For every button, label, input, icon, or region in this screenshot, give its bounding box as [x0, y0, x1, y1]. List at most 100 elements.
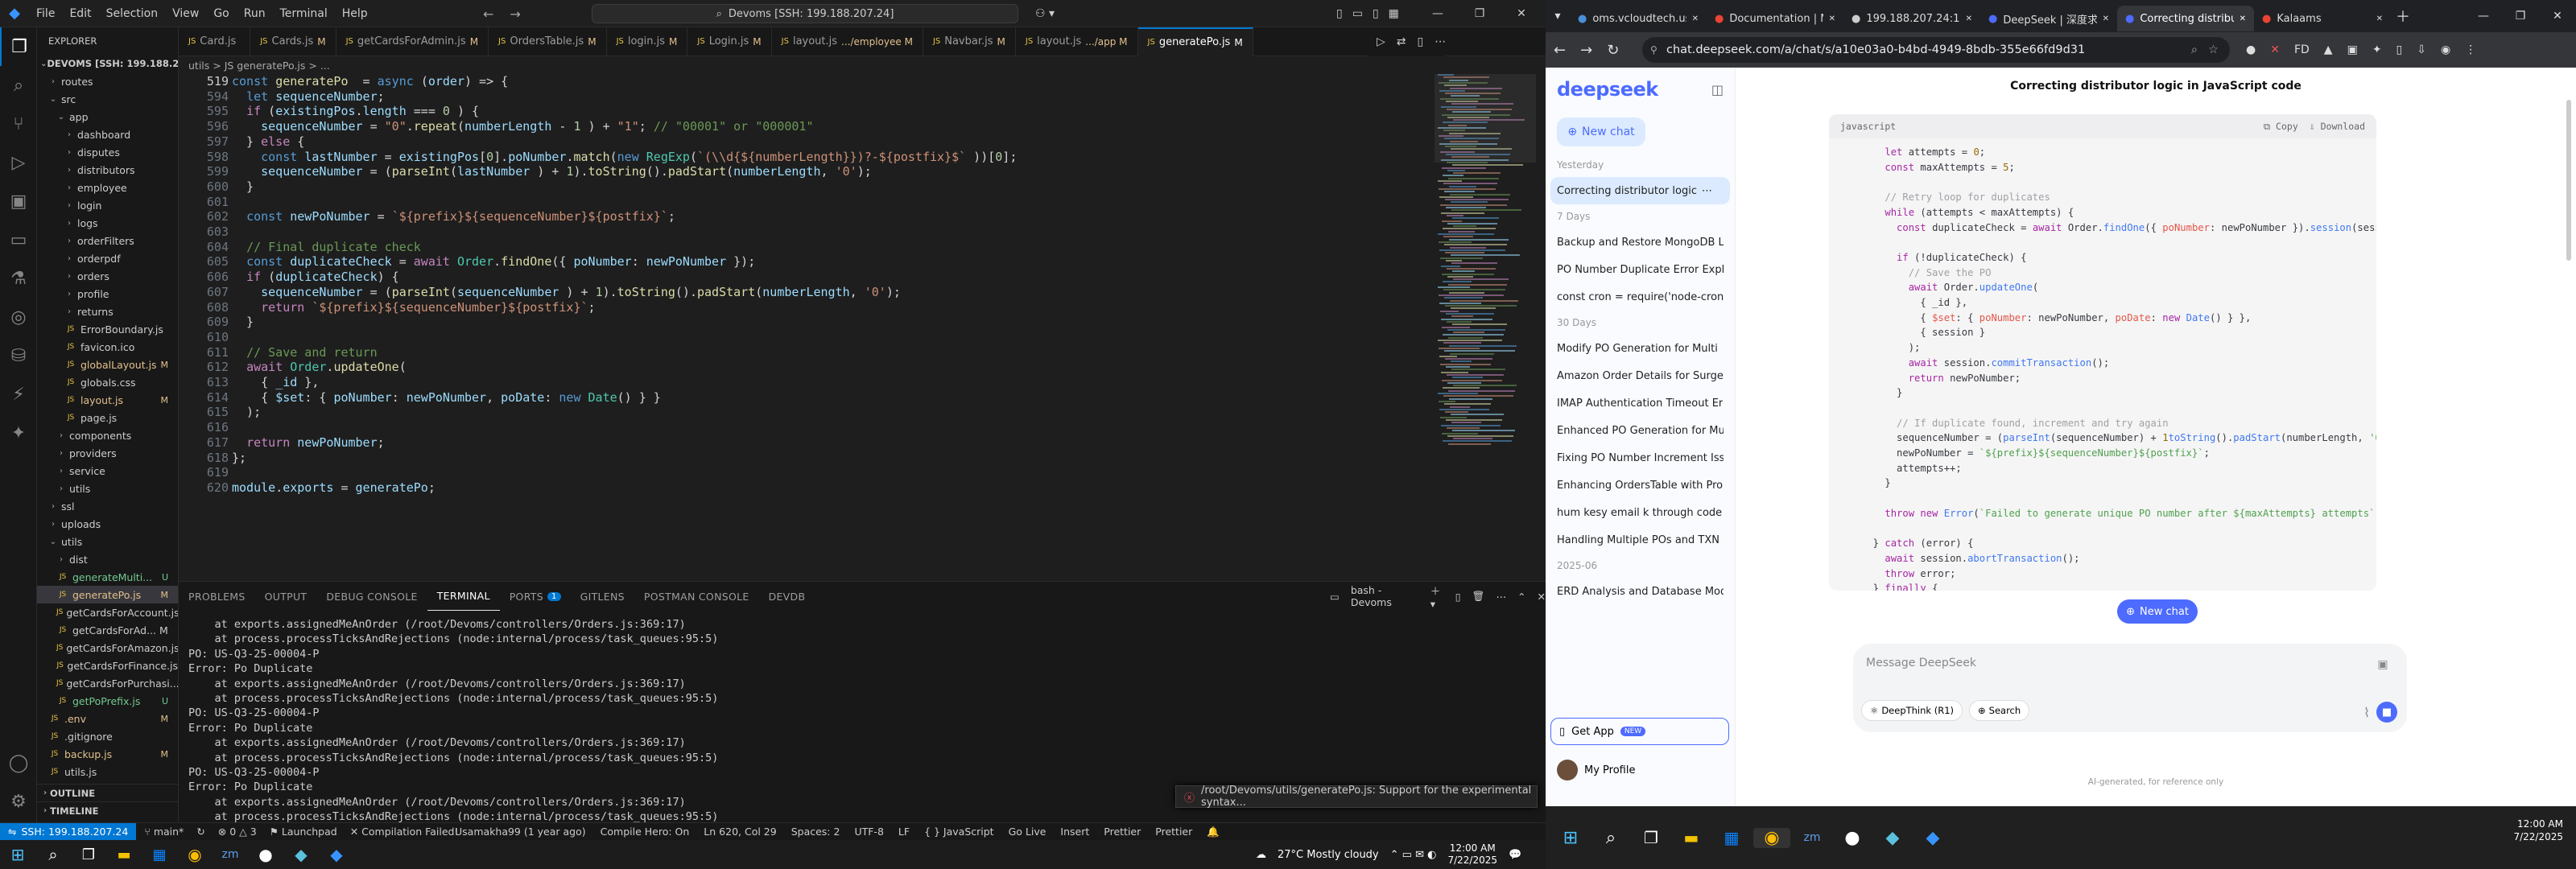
new-chat-floating-button[interactable]: ⊕ New chat — [2117, 599, 2198, 624]
extensions-icon[interactable]: ▣ — [0, 182, 37, 220]
eol[interactable]: LF — [898, 826, 910, 838]
problems-status[interactable]: ⊗ 0 △ 3 — [218, 826, 257, 838]
history-item[interactable]: const cron = require('node-cron — [1546, 283, 1735, 311]
ext-5-icon[interactable]: ▣ — [2347, 43, 2358, 56]
sync-status[interactable]: ↻ — [196, 826, 204, 838]
file-item[interactable]: JS getCardsForFinance.js — [37, 657, 178, 674]
zoom-icon[interactable]: zm — [213, 848, 248, 861]
new-tab-icon[interactable]: ＋ — [2391, 6, 2415, 27]
language-mode[interactable]: { } JavaScript — [924, 826, 994, 838]
bell-icon[interactable]: 🔔 — [1207, 826, 1220, 838]
folder-item[interactable]: › ssl — [37, 497, 178, 515]
layout-panel-icon[interactable]: ▭ — [1352, 7, 1363, 20]
editor-tab[interactable]: JS Login.js M — [687, 27, 772, 56]
panel-tab-devdb[interactable]: DEVDB — [759, 582, 815, 611]
app2-icon[interactable]: ◆ — [283, 845, 319, 864]
file-explorer-icon[interactable]: ▬ — [106, 846, 142, 863]
file-item[interactable]: JS globalLayout.js M — [37, 356, 178, 373]
menu-terminal[interactable]: Terminal — [273, 7, 335, 20]
go-live[interactable]: Go Live — [1009, 826, 1046, 838]
database-icon[interactable]: ⛁ — [0, 336, 37, 375]
workspace-root[interactable]: ⌄DEVOMS [SSH: 199.188.20...] — [37, 55, 178, 72]
history-item[interactable]: Enhancing OrdersTable with Pro — [1546, 472, 1735, 499]
menu-help[interactable]: Help — [335, 7, 375, 20]
forward-arrow-icon[interactable]: → — [510, 6, 520, 22]
ext-3-icon[interactable]: FD — [2294, 43, 2310, 56]
folder-item[interactable]: › disputes — [37, 143, 178, 161]
settings-gear-icon[interactable]: ⚙ — [0, 782, 37, 821]
search-toggle[interactable]: ⊕ Search — [1969, 700, 2030, 721]
menu-file[interactable]: File — [29, 7, 62, 20]
compare-icon[interactable]: ⇄ — [1397, 35, 1406, 48]
editor-tab[interactable]: JS OrdersTable.js M — [489, 27, 607, 56]
file-explorer-icon[interactable]: ▬ — [1673, 828, 1710, 847]
zoom-icon[interactable]: ⌕ — [2191, 43, 2198, 56]
file-item[interactable]: JS utils.js — [37, 763, 178, 780]
layout-customize-icon[interactable]: ▦ — [1389, 7, 1399, 20]
chrome-icon[interactable]: ◉ — [1753, 827, 1790, 848]
breadcrumb[interactable]: utils > JS generatePo.js > ... — [179, 56, 1546, 74]
tab-close-icon[interactable]: ✕ — [2376, 14, 2383, 23]
branch-status[interactable]: ⑂ main* — [144, 826, 184, 838]
indentation[interactable]: Spaces: 2 — [791, 826, 840, 838]
search-icon[interactable]: ⌕ — [1592, 828, 1629, 848]
close-icon[interactable]: ✕ — [1501, 7, 1542, 20]
task-view-icon[interactable]: ❐ — [71, 846, 106, 863]
tab-close-icon[interactable]: ✕ — [2103, 14, 2109, 23]
split-editor-icon[interactable]: ▯ — [1418, 35, 1424, 48]
layout-secondary-icon[interactable]: ▯ — [1373, 7, 1379, 20]
file-item[interactable]: JS generatePo.js M — [37, 586, 178, 603]
menu-go[interactable]: Go — [206, 7, 236, 20]
minimize-icon[interactable]: — — [2465, 10, 2502, 23]
paperclip-icon[interactable]: ⌇ — [2359, 702, 2375, 723]
message-input[interactable]: Message DeepSeek — [1866, 657, 1976, 669]
clock[interactable]: 12:00 AM 7/22/2025 — [2513, 818, 2563, 843]
split-terminal-icon[interactable]: ▯ — [1455, 591, 1461, 603]
file-item[interactable]: JS ErrorBoundary.js — [37, 320, 178, 338]
explorer-icon[interactable]: ❐ — [0, 27, 37, 66]
folder-item[interactable]: › distributors — [37, 161, 178, 179]
history-item[interactable]: IMAP Authentication Timeout Er — [1546, 389, 1735, 417]
profile-avatar-icon[interactable]: ◉ — [2441, 43, 2450, 56]
file-item[interactable]: JS .env M — [37, 710, 178, 727]
outline-section[interactable]: › OUTLINE — [37, 784, 179, 801]
chrome-menu-icon[interactable]: ⋮ — [2465, 43, 2476, 56]
code-content[interactable]: let attempts = 0; const maxAttempts = 5;… — [1829, 145, 2376, 591]
panel-tab-terminal[interactable]: TERMINAL — [427, 582, 500, 611]
menu-selection[interactable]: Selection — [99, 7, 166, 20]
minimize-icon[interactable]: — — [1417, 7, 1459, 20]
maximize-icon[interactable]: ❐ — [2502, 10, 2539, 23]
history-item[interactable]: Backup and Restore MongoDB L — [1546, 229, 1735, 256]
history-item[interactable]: hum kesy email k through code — [1546, 499, 1735, 526]
new-chat-button[interactable]: ⊕ New chat — [1557, 117, 1645, 146]
folder-item[interactable]: › login — [37, 196, 178, 214]
run-icon[interactable]: ▷ — [1377, 35, 1385, 48]
menu-run[interactable]: Run — [237, 7, 273, 20]
panel-tab-debug-console[interactable]: DEBUG CONSOLE — [316, 582, 427, 611]
add-terminal-icon[interactable]: ＋▾ — [1430, 583, 1444, 610]
browser-tab[interactable]: ● DeepSeek | 深度求... ✕ — [1980, 6, 2117, 31]
app2-icon[interactable]: ◆ — [1874, 828, 1911, 848]
zoom-icon[interactable]: zm — [1794, 831, 1831, 844]
remote-explorer-icon[interactable]: ▭ — [0, 220, 37, 259]
get-app-button[interactable]: ▯ Get App NEW — [1550, 718, 1729, 745]
chrome-icon[interactable]: ◉ — [177, 845, 213, 864]
url-bar[interactable]: ⚲ chat.deepseek.com/a/chat/s/a10e03a0-b4b… — [1642, 37, 2230, 63]
folder-item[interactable]: › utils — [37, 480, 178, 497]
close-panel-icon[interactable]: ✕ — [1538, 591, 1546, 603]
notification-icon[interactable]: 💬 — [1509, 849, 1521, 861]
file-item[interactable]: JS getPoPrefix.js U — [37, 692, 178, 710]
editor-tab[interactable]: JS generatePo.js M — [1137, 27, 1253, 56]
editor-tab[interactable]: JS Navbar.js M — [923, 27, 1016, 56]
editor-tab[interactable]: JS layout.js .../app M — [1016, 27, 1138, 56]
history-item[interactable]: Enhanced PO Generation for Mu — [1546, 417, 1735, 444]
folder-item[interactable]: › orderpdf — [37, 249, 178, 267]
tab-search-icon[interactable]: ▾ — [1546, 10, 1570, 23]
editor-tab[interactable]: JS getCardsForAdmin.js M — [336, 27, 489, 56]
editor-tab[interactable]: JS login.js M — [607, 27, 688, 56]
file-item[interactable]: JS getCardsForAccount.js — [37, 603, 178, 621]
history-item[interactable]: Fixing PO Number Increment Iss — [1546, 444, 1735, 472]
error-notification[interactable]: ⓧ/root/Devoms/utils/generatePo.js: Suppo… — [1175, 785, 1538, 809]
minimap[interactable] — [1435, 74, 1536, 509]
folder-item[interactable]: › components — [37, 426, 178, 444]
